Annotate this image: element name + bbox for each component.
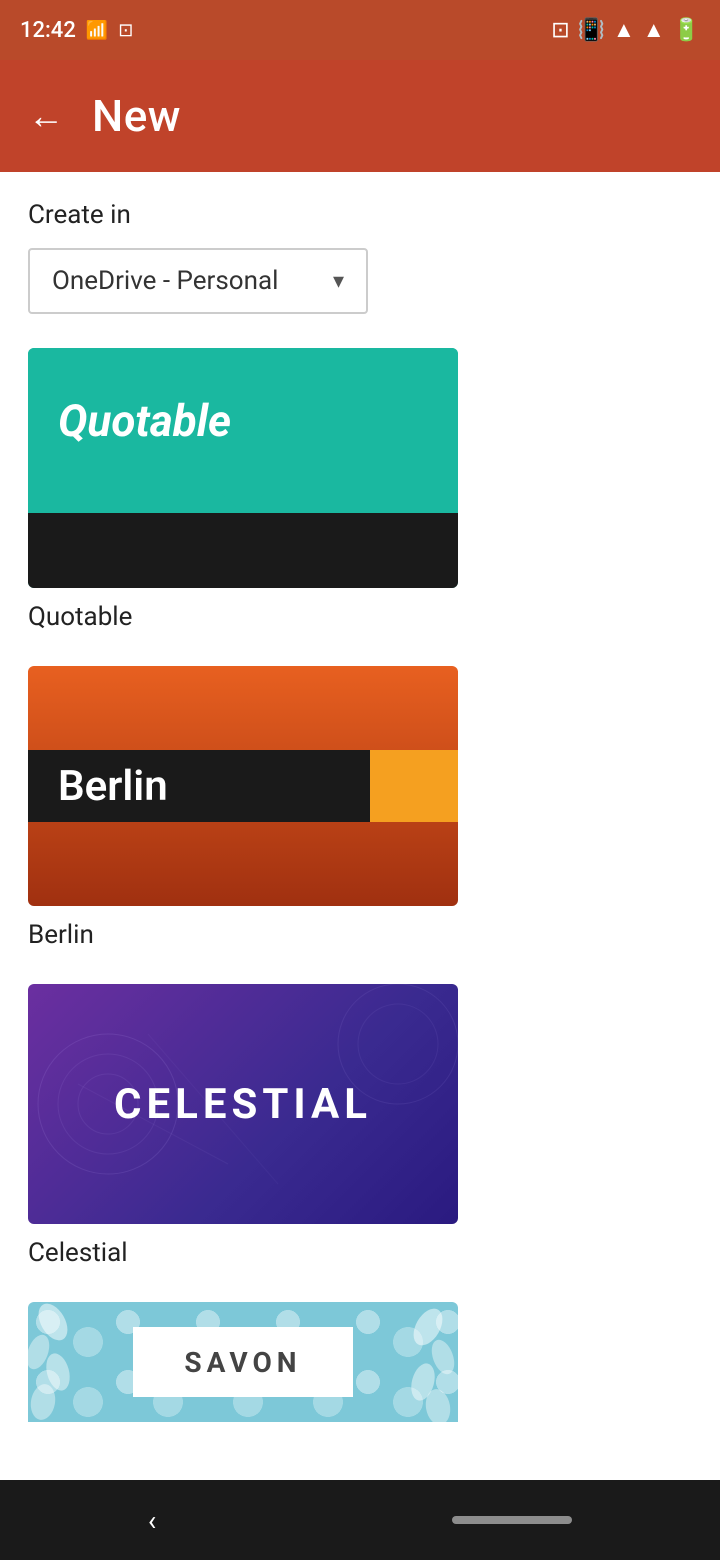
- quotable-preview: Quotable: [28, 348, 458, 588]
- time-display: 12:42: [20, 18, 76, 43]
- template-quotable-label: Quotable: [28, 602, 692, 632]
- app-bar: ← New: [0, 60, 720, 172]
- status-bar: 12:42 📶 ⊡ ⊡ 📳 ▲ ▲ 🔋: [0, 0, 720, 60]
- savon-inner-box: SAVON: [133, 1327, 353, 1397]
- create-in-label: Create in: [28, 200, 692, 230]
- template-celestial-label: Celestial: [28, 1238, 692, 1268]
- template-berlin[interactable]: Berlin Berlin: [28, 666, 692, 950]
- template-savon-image: SAVON: [28, 1302, 458, 1422]
- template-savon[interactable]: SAVON: [28, 1302, 692, 1422]
- berlin-stripe: Berlin: [28, 750, 458, 822]
- quotable-preview-text: Quotable: [58, 395, 231, 447]
- template-berlin-image: Berlin: [28, 666, 458, 906]
- storage-dropdown[interactable]: OneDrive - Personal ▾: [28, 248, 368, 314]
- celestial-preview: CELESTIAL: [28, 984, 458, 1224]
- status-bar-right: ⊡ 📳 ▲ ▲ 🔋: [551, 17, 700, 43]
- main-content: Create in OneDrive - Personal ▾ Quotable…: [0, 172, 720, 1480]
- nav-bar: ‹: [0, 1480, 720, 1560]
- quotable-top: Quotable: [28, 348, 458, 493]
- template-quotable-image: Quotable: [28, 348, 458, 588]
- wifi-icon: ▲: [613, 17, 635, 43]
- back-button[interactable]: ←: [28, 98, 64, 134]
- celestial-preview-text: CELESTIAL: [114, 1080, 372, 1129]
- savon-preview-text: SAVON: [184, 1346, 301, 1379]
- cast-status-icon: ⊡: [551, 18, 569, 43]
- quotable-notch: [28, 493, 458, 513]
- berlin-orange-accent: [370, 750, 458, 822]
- template-quotable[interactable]: Quotable Quotable: [28, 348, 692, 632]
- template-berlin-label: Berlin: [28, 920, 692, 950]
- storage-dropdown-value: OneDrive - Personal: [52, 266, 278, 296]
- nav-home-indicator[interactable]: [452, 1516, 572, 1524]
- vibrate-icon: 📳: [578, 18, 605, 43]
- cellular-icon: ▲: [643, 17, 665, 43]
- nav-back-button[interactable]: ‹: [148, 1504, 156, 1537]
- battery-icon: 🔋: [673, 18, 700, 43]
- quotable-bottom: [28, 513, 458, 588]
- cast-icon: ⊡: [118, 20, 133, 41]
- template-celestial[interactable]: CELESTIAL Celestial: [28, 984, 692, 1268]
- berlin-preview: Berlin: [28, 666, 458, 906]
- dropdown-arrow-icon: ▾: [333, 269, 344, 294]
- signal-icon: 📶: [86, 20, 108, 41]
- page-title: New: [92, 90, 181, 142]
- template-celestial-image: CELESTIAL: [28, 984, 458, 1224]
- berlin-preview-text: Berlin: [28, 762, 168, 811]
- storage-dropdown-container: OneDrive - Personal ▾: [28, 248, 692, 314]
- status-bar-left: 12:42 📶 ⊡: [20, 18, 133, 43]
